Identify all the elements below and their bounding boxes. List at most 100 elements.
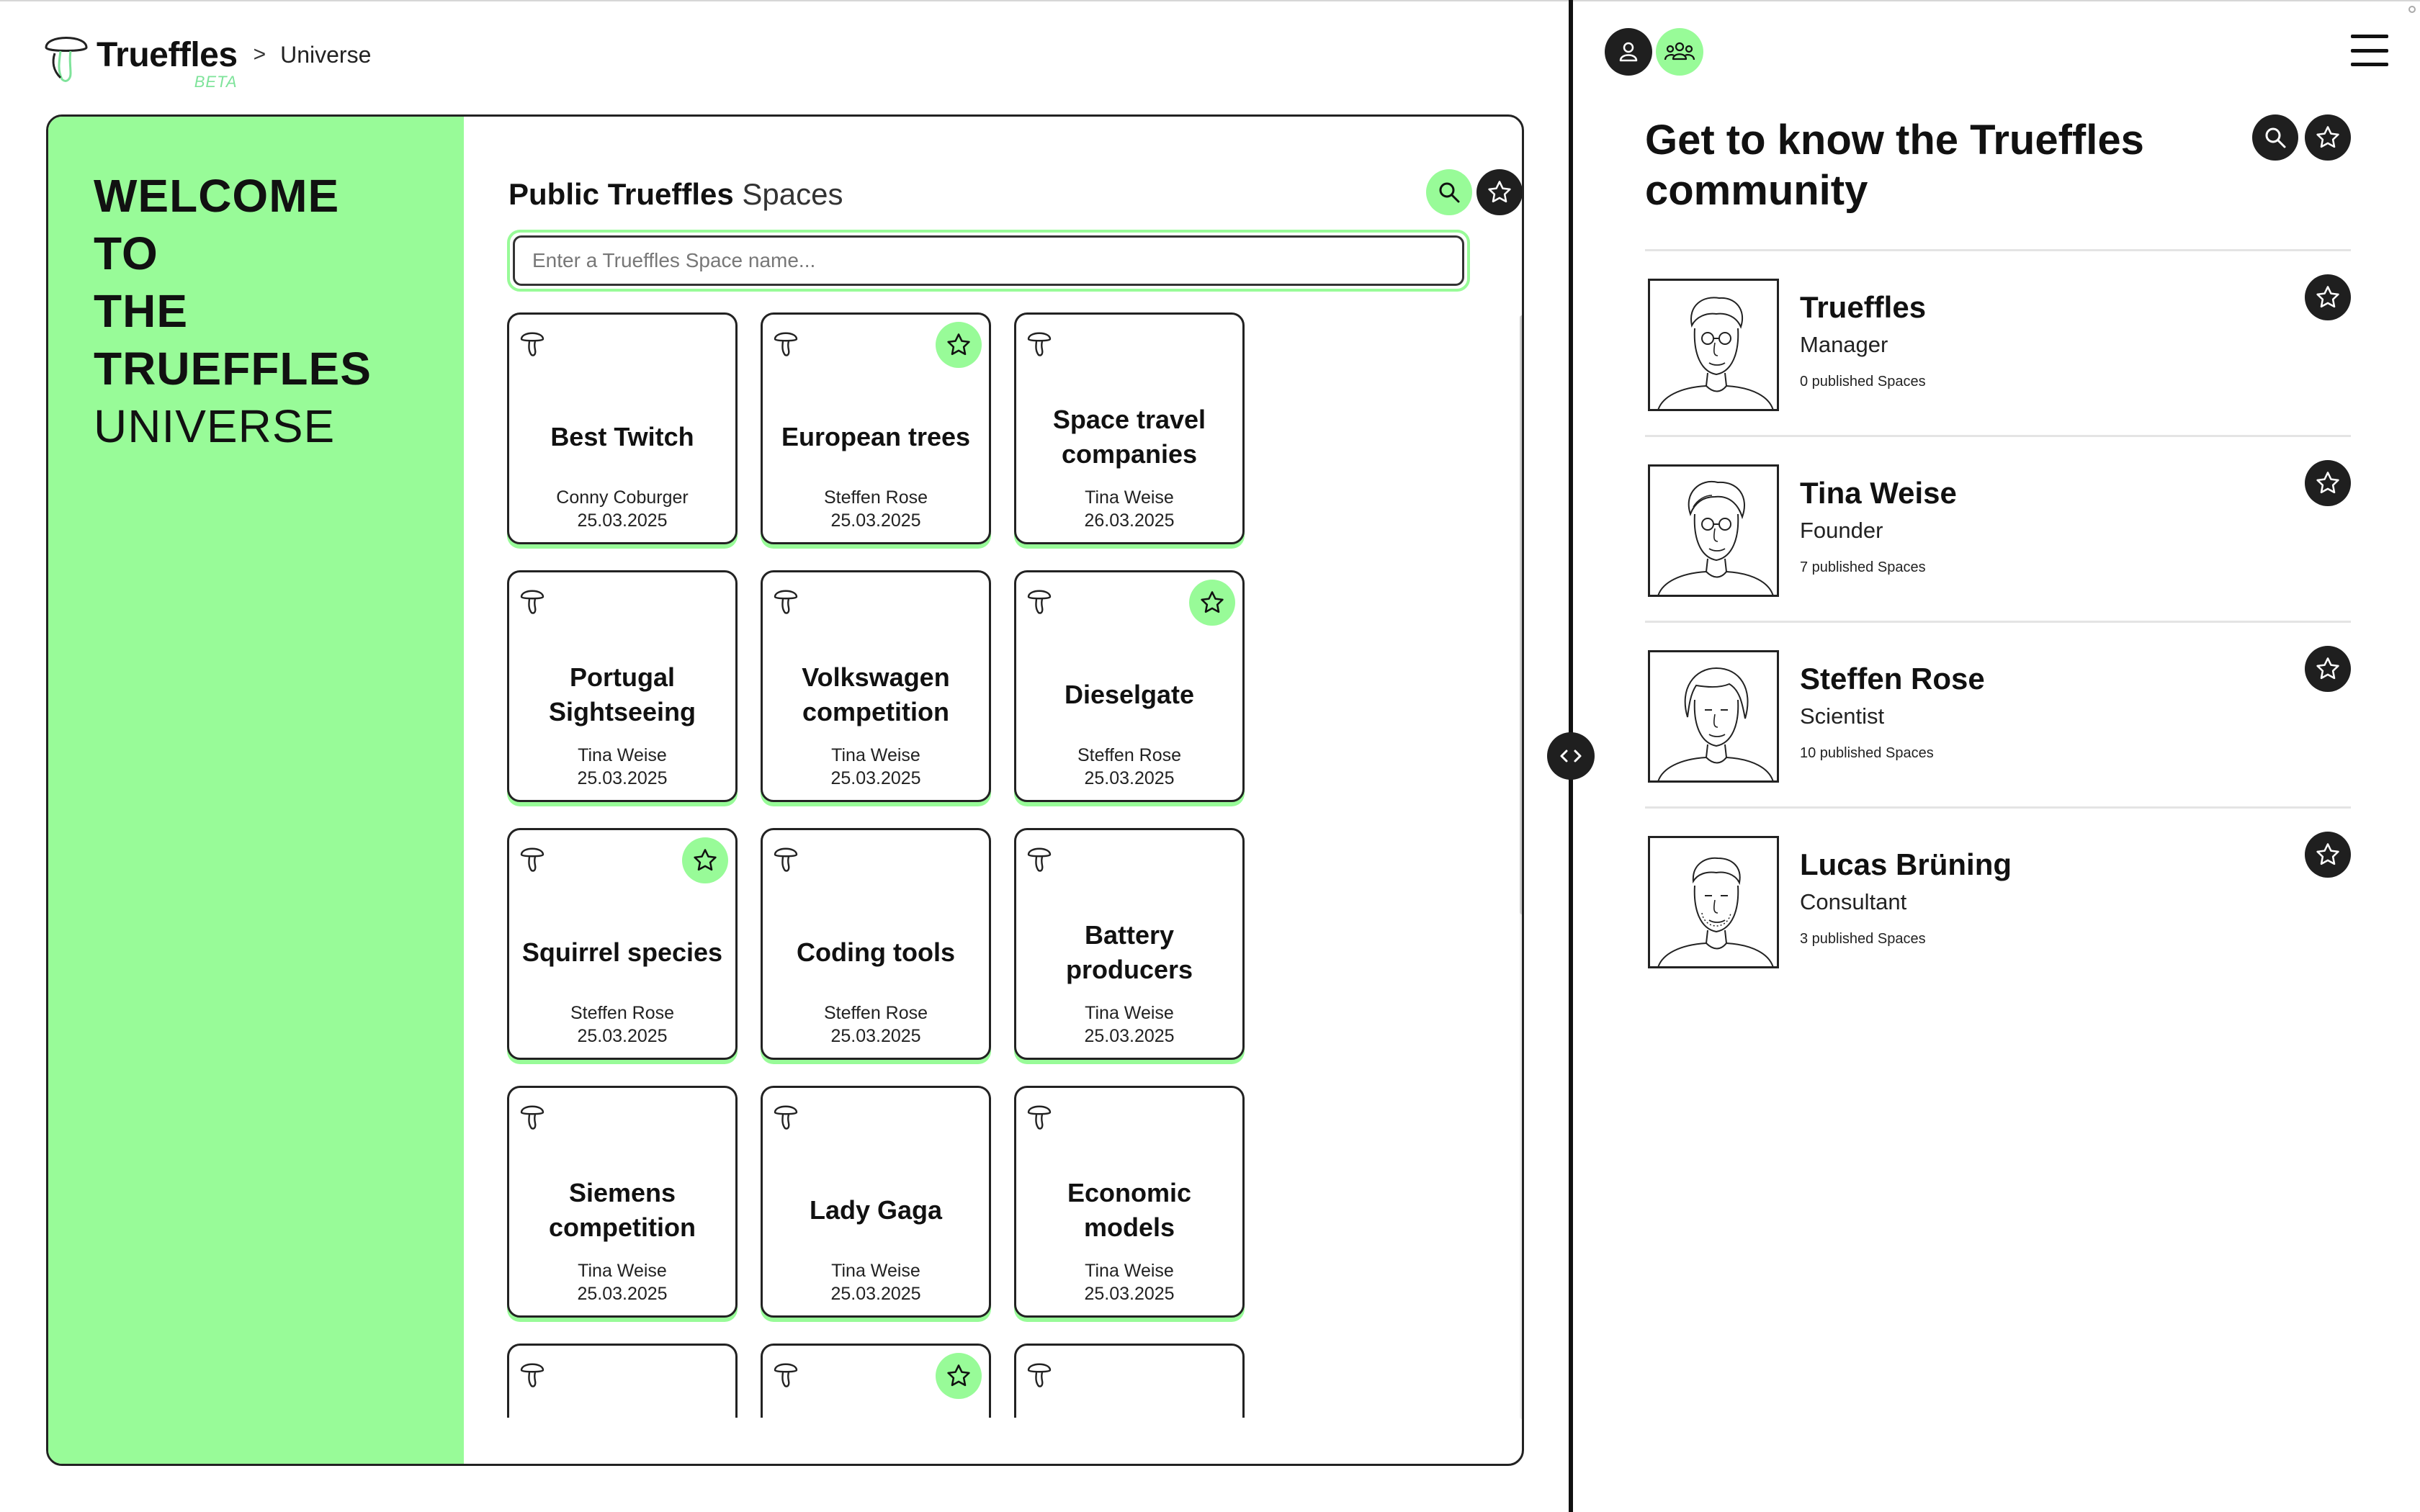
spaces-scrollbar[interactable]: [1520, 315, 1522, 1419]
mushroom-logo-icon[interactable]: [42, 26, 91, 84]
follow-member-button[interactable]: [2305, 274, 2351, 320]
space-card[interactable]: Dieselgate Steffen Rose 25.03.2025: [1014, 570, 1245, 802]
favorite-star-button[interactable]: [1189, 580, 1235, 626]
space-card-date: 25.03.2025: [1084, 768, 1175, 788]
space-card-author: Tina Weise: [1085, 487, 1174, 508]
community-member[interactable]: Tina Weise Founder 7 published Spaces: [1645, 435, 2351, 621]
welcome-line: UNIVERSE: [94, 400, 336, 452]
hamburger-menu-icon[interactable]: [2348, 32, 2391, 69]
welcome-panel: WELCOME TO THE TRUEFFLES UNIVERSE: [48, 117, 464, 1464]
community-title: Get to know the Trueffles community: [1645, 117, 2144, 214]
mushroom-icon: [1027, 1363, 1052, 1387]
space-card-date: 25.03.2025: [830, 510, 921, 531]
space-card[interactable]: Siemens competition Tina Weise 25.03.2025: [507, 1086, 738, 1318]
mushroom-icon: [1027, 1105, 1052, 1130]
spaces-scrollbar-thumb[interactable]: [1520, 315, 1522, 914]
member-space-count: 0 published Spaces: [1800, 374, 1926, 390]
mushroom-icon: [520, 590, 544, 614]
space-card[interactable]: Squirrel species Steffen Rose 25.03.2025: [507, 828, 738, 1060]
member-role: Consultant: [1800, 889, 1907, 914]
welcome-line: WELCOME: [94, 170, 340, 222]
user-icon: [1619, 42, 1638, 62]
menu-line: [2351, 35, 2388, 38]
space-card[interactable]: [761, 1344, 991, 1418]
space-card-author: Tina Weise: [1085, 1261, 1174, 1281]
space-card-author: Tina Weise: [831, 1261, 920, 1281]
space-card[interactable]: European trees Steffen Rose 25.03.2025: [761, 312, 991, 544]
mushroom-icon: [1027, 332, 1052, 356]
member-portrait[interactable]: [1648, 464, 1779, 597]
mushroom-icon: [520, 1105, 544, 1130]
mushroom-icon: [774, 332, 798, 356]
search-icon: [1439, 182, 1460, 203]
space-card-title: Space travel companies: [1052, 405, 1206, 469]
space-card[interactable]: [507, 1344, 738, 1418]
space-card[interactable]: Space travel companies Tina Weise 26.03.20…: [1014, 312, 1245, 544]
star-icon: [1201, 591, 1224, 613]
beta-badge: BETA: [194, 72, 238, 91]
member-name: Steffen Rose: [1800, 662, 1985, 696]
space-card[interactable]: [1014, 1344, 1245, 1418]
star-icon: [947, 333, 970, 356]
member-portrait[interactable]: [1648, 836, 1779, 968]
space-card[interactable]: Battery producers Tina Weise 25.03.2025: [1014, 828, 1245, 1060]
space-card[interactable]: Best Twitch Conny Coburger 25.03.2025: [507, 312, 738, 544]
favorite-star-button[interactable]: [936, 322, 982, 368]
spaces-favorites-button[interactable]: [1476, 169, 1522, 215]
space-card-date: 25.03.2025: [830, 1026, 921, 1046]
member-name: Tina Weise: [1800, 476, 1957, 510]
space-card[interactable]: Lady Gaga Tina Weise 25.03.2025: [761, 1086, 991, 1318]
brand-header: Trueffles BETA > Universe: [42, 26, 372, 91]
users-icon: [1664, 42, 1695, 60]
community-search-button[interactable]: [2252, 114, 2298, 161]
spaces-title-light: Spaces: [742, 177, 843, 211]
mushroom-icon: [520, 847, 544, 872]
follow-member-button[interactable]: [2305, 646, 2351, 692]
space-card-author: Tina Weise: [1085, 1003, 1174, 1023]
profile-view-button[interactable]: [1605, 28, 1652, 76]
community-view-button[interactable]: [1656, 28, 1703, 76]
community-member[interactable]: Lucas Brüning Consultant 3 published Space…: [1645, 806, 2351, 992]
star-icon: [694, 849, 717, 871]
member-space-count: 7 published Spaces: [1800, 559, 1926, 575]
mushroom-icon: [1027, 590, 1052, 614]
menu-line: [2351, 63, 2388, 66]
star-icon: [947, 1364, 970, 1387]
space-search-wrapper: [507, 230, 1470, 292]
space-card-author: Tina Weise: [578, 745, 667, 765]
space-card-title: Battery producers: [1065, 920, 1193, 984]
member-name: Lucas Brüning: [1800, 847, 2012, 881]
favorite-star-button[interactable]: [936, 1353, 982, 1399]
mushroom-icon: [1027, 847, 1052, 872]
breadcrumb-separator: >: [253, 42, 266, 66]
space-card[interactable]: Economic models Tina Weise 25.03.2025: [1014, 1086, 1245, 1318]
space-card[interactable]: Coding tools Steffen Rose 25.03.2025: [761, 828, 991, 1060]
space-card-date: 25.03.2025: [1084, 1284, 1175, 1304]
brand-wordmark[interactable]: Trueffles BETA: [97, 35, 238, 91]
community-favorites-button[interactable]: [2305, 114, 2351, 161]
spaces-search-button[interactable]: [1426, 169, 1472, 215]
space-card-title: Siemens competition: [549, 1178, 696, 1242]
follow-member-button[interactable]: [2305, 832, 2351, 878]
community-member[interactable]: Trueffles Manager 0 published Spaces: [1645, 249, 2351, 435]
member-portrait[interactable]: [1648, 279, 1779, 411]
menu-line: [2351, 48, 2388, 53]
breadcrumb-current: Universe: [280, 41, 372, 68]
welcome-line: THE: [94, 285, 188, 337]
favorite-star-button[interactable]: [682, 837, 728, 883]
space-card-date: 25.03.2025: [577, 1026, 668, 1046]
space-card-author: Steffen Rose: [1077, 745, 1182, 765]
member-portrait[interactable]: [1648, 650, 1779, 783]
left-pane: Trueffles BETA > Universe WELCOME TO THE…: [0, 0, 1569, 1512]
community-member-list: Trueffles Manager 0 published Spaces Tina W…: [1645, 249, 2351, 992]
space-search-input[interactable]: [513, 235, 1464, 286]
space-card[interactable]: Volkswagen competition Tina Weise 25.03.20…: [761, 570, 991, 802]
space-card[interactable]: Portugal Sightseeing Tina Weise 25.03.2025: [507, 570, 738, 802]
space-card-author: Steffen Rose: [823, 1003, 928, 1023]
community-member[interactable]: Steffen Rose Scientist 10 published Spaces: [1645, 621, 2351, 806]
spaces-grid[interactable]: Best Twitch Conny Coburger 25.03.2025 Europ…: [507, 312, 1470, 1418]
spaces-title: Public Trueffles Spaces: [508, 177, 843, 212]
follow-member-button[interactable]: [2305, 460, 2351, 506]
star-icon: [1488, 181, 1511, 203]
space-card-date: 26.03.2025: [1084, 510, 1175, 531]
